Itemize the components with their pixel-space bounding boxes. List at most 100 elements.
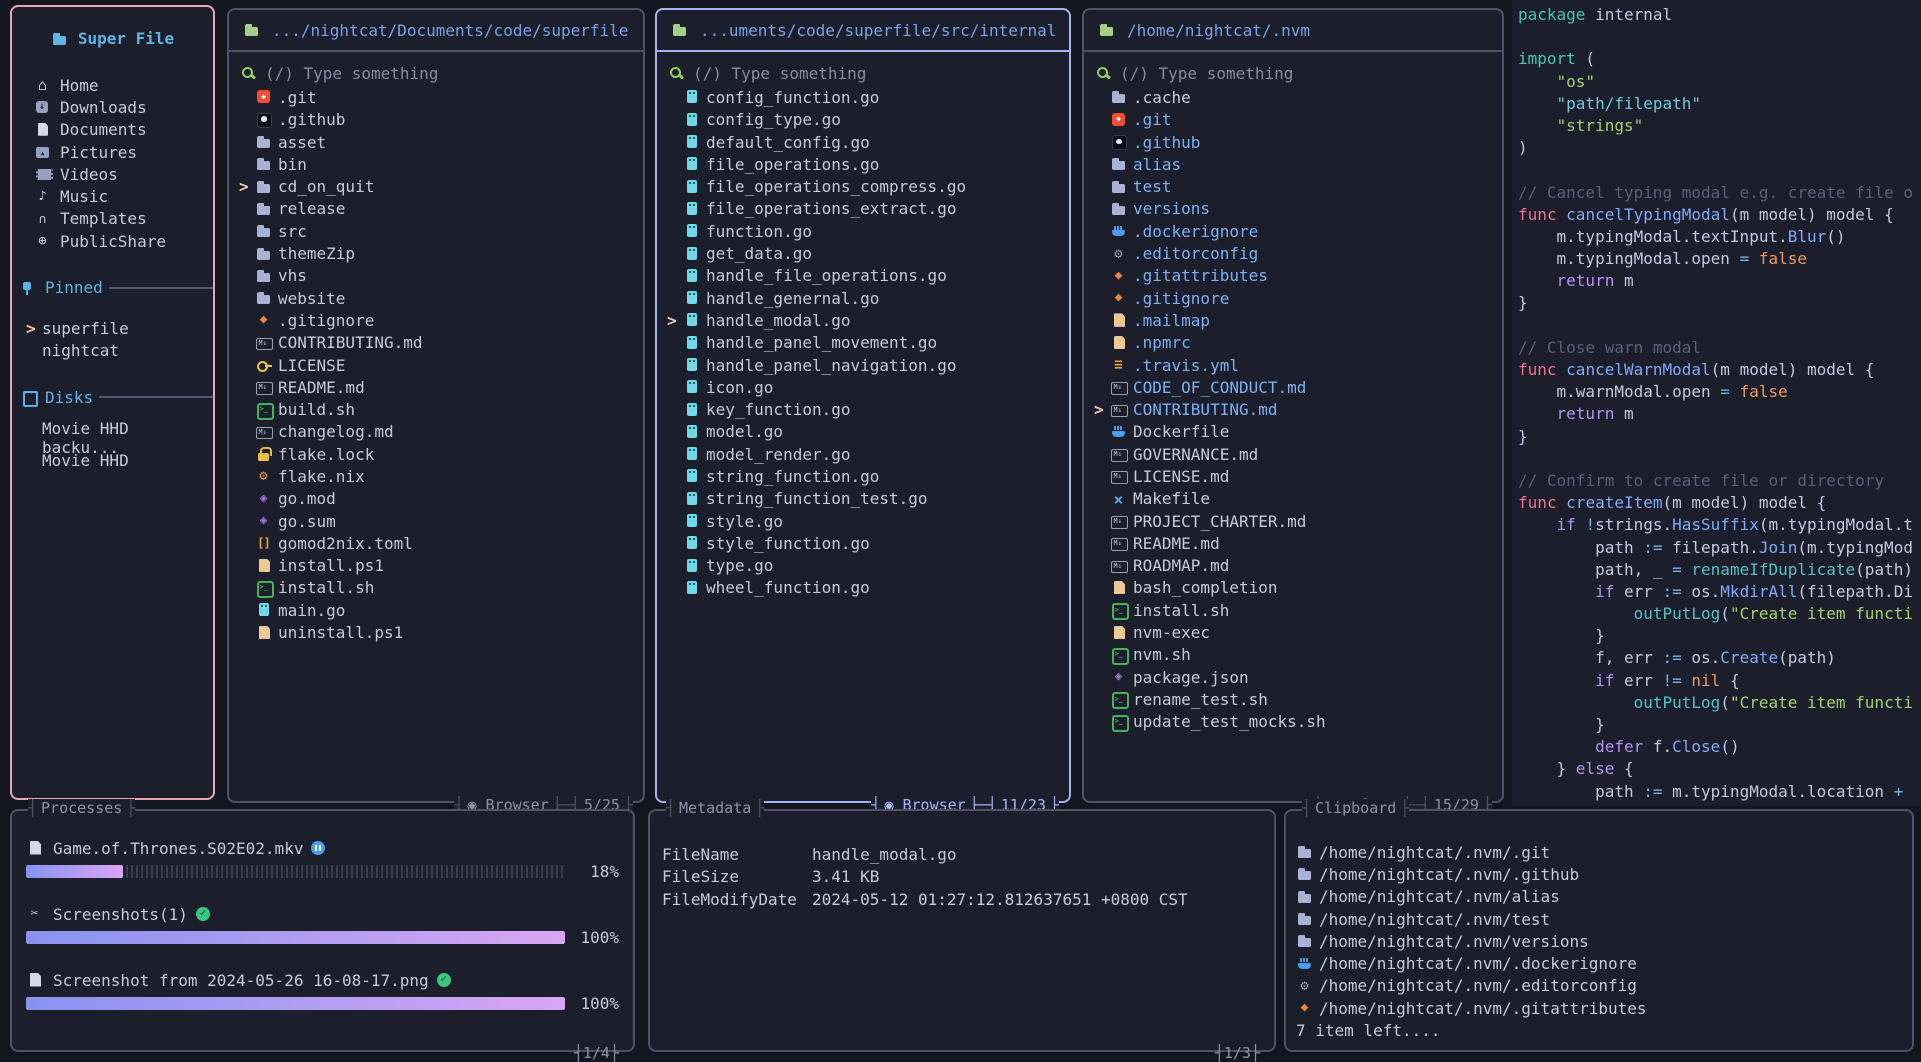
file-row-readme-md[interactable]: README.md bbox=[239, 376, 637, 398]
file-row-dockerignore[interactable]: .dockerignore bbox=[1094, 220, 1496, 242]
file-row-icon-go[interactable]: icon.go bbox=[667, 376, 1063, 398]
sidebar-item-publicshare[interactable]: PublicShare bbox=[26, 230, 213, 252]
disk-item-movie-hhd-backu[interactable]: Movie HHD backu... bbox=[26, 427, 213, 449]
pinned-item-nightcat[interactable]: nightcat bbox=[26, 340, 213, 362]
file-row-mailmap[interactable]: .mailmap bbox=[1094, 309, 1496, 331]
file-row-type-go[interactable]: type.go bbox=[667, 555, 1063, 577]
file-row-asset[interactable]: asset bbox=[239, 131, 637, 153]
file-row-file-operations-compress-go[interactable]: file_operations_compress.go bbox=[667, 175, 1063, 197]
file-row-get-data-go[interactable]: get_data.go bbox=[667, 242, 1063, 264]
pinned-item-superfile[interactable]: >superfile bbox=[26, 317, 213, 339]
file-row-travis-yml[interactable]: .travis.yml bbox=[1094, 354, 1496, 376]
file-row-nvm-sh[interactable]: nvm.sh bbox=[1094, 644, 1496, 666]
file-row-install-ps1[interactable]: install.ps1 bbox=[239, 555, 637, 577]
file-row-governance-md[interactable]: GOVERNANCE.md bbox=[1094, 443, 1496, 465]
file-row-key-function-go[interactable]: key_function.go bbox=[667, 398, 1063, 420]
file-row-uninstall-ps1[interactable]: uninstall.ps1 bbox=[239, 621, 637, 643]
file-row-install-sh[interactable]: install.sh bbox=[1094, 599, 1496, 621]
search-input[interactable]: (/) Type something bbox=[239, 62, 637, 84]
file-row-git[interactable]: .git bbox=[239, 86, 637, 108]
file-row-contributing-md[interactable]: CONTRIBUTING.md bbox=[239, 332, 637, 354]
file-row-handle-genernal-go[interactable]: handle_genernal.go bbox=[667, 287, 1063, 309]
file-row-gitignore[interactable]: .gitignore bbox=[1094, 287, 1496, 309]
file-row-vhs[interactable]: vhs bbox=[239, 265, 637, 287]
sidebar-item-documents[interactable]: Documents bbox=[26, 119, 213, 141]
file-row-code-of-conduct-md[interactable]: CODE_OF_CONDUCT.md bbox=[1094, 376, 1496, 398]
file-row-update-test-mocks-sh[interactable]: update_test_mocks.sh bbox=[1094, 711, 1496, 733]
file-row-function-go[interactable]: function.go bbox=[667, 220, 1063, 242]
file-panel-1[interactable]: .../nightcat/Documents/code/superfile(/)… bbox=[227, 8, 645, 803]
file-row-test[interactable]: test bbox=[1094, 175, 1496, 197]
file-row-editorconfig[interactable]: .editorconfig bbox=[1094, 242, 1496, 264]
file-row-themezip[interactable]: themeZip bbox=[239, 242, 637, 264]
file-row-versions[interactable]: versions bbox=[1094, 198, 1496, 220]
file-row-roadmap-md[interactable]: ROADMAP.md bbox=[1094, 555, 1496, 577]
file-row-bash-completion[interactable]: bash_completion bbox=[1094, 577, 1496, 599]
metadata-label: FileSize bbox=[662, 867, 812, 889]
file-row-release[interactable]: release bbox=[239, 198, 637, 220]
file-row-config-type-go[interactable]: config_type.go bbox=[667, 109, 1063, 131]
file-row-npmrc[interactable]: .npmrc bbox=[1094, 332, 1496, 354]
file-row-github[interactable]: .github bbox=[239, 109, 637, 131]
file-row-handle-panel-navigation-go[interactable]: handle_panel_navigation.go bbox=[667, 354, 1063, 376]
file-row-contributing-md[interactable]: >CONTRIBUTING.md bbox=[1094, 398, 1496, 420]
file-row-website[interactable]: website bbox=[239, 287, 637, 309]
file-row-license[interactable]: LICENSE bbox=[239, 354, 637, 376]
sidebar-directories: HomeDownloadsDocumentsPicturesVideosMusi… bbox=[26, 74, 213, 252]
code-token bbox=[1730, 382, 1740, 401]
file-row-style-function-go[interactable]: style_function.go bbox=[667, 532, 1063, 554]
clipboard-path: /home/nightcat/.nvm/.gitattributes bbox=[1319, 999, 1647, 1018]
file-row-file-operations-go[interactable]: file_operations.go bbox=[667, 153, 1063, 175]
file-row-nvm-exec[interactable]: nvm-exec bbox=[1094, 621, 1496, 643]
file-row-github[interactable]: .github bbox=[1094, 131, 1496, 153]
file-row-cd-on-quit[interactable]: >cd_on_quit bbox=[239, 175, 637, 197]
file-name: default_config.go bbox=[706, 133, 870, 152]
clipboard-item: /home/nightcat/.nvm/.gitattributes bbox=[1296, 997, 1902, 1019]
sidebar-item-downloads[interactable]: Downloads bbox=[26, 96, 213, 118]
file-row-file-operations-extract-go[interactable]: file_operations_extract.go bbox=[667, 198, 1063, 220]
file-row-handle-file-operations-go[interactable]: handle_file_operations.go bbox=[667, 265, 1063, 287]
file-row-wheel-function-go[interactable]: wheel_function.go bbox=[667, 577, 1063, 599]
file-row-handle-panel-movement-go[interactable]: handle_panel_movement.go bbox=[667, 332, 1063, 354]
file-row-license-md[interactable]: LICENSE.md bbox=[1094, 465, 1496, 487]
file-row-install-sh[interactable]: install.sh bbox=[239, 577, 637, 599]
sidebar-item-pictures[interactable]: Pictures bbox=[26, 141, 213, 163]
sidebar-item-music[interactable]: Music bbox=[26, 185, 213, 207]
file-row-package-json[interactable]: package.json bbox=[1094, 666, 1496, 688]
file-row-cache[interactable]: .cache bbox=[1094, 86, 1496, 108]
file-row-readme-md[interactable]: README.md bbox=[1094, 532, 1496, 554]
sidebar-item-videos[interactable]: Videos bbox=[26, 163, 213, 185]
file-row-bin[interactable]: bin bbox=[239, 153, 637, 175]
file-row-src[interactable]: src bbox=[239, 220, 637, 242]
sidebar-item-home[interactable]: Home bbox=[26, 74, 213, 96]
file-row-rename-test-sh[interactable]: rename_test.sh bbox=[1094, 688, 1496, 710]
sidebar-item-templates[interactable]: Templates bbox=[26, 208, 213, 230]
file-row-gitattributes[interactable]: .gitattributes bbox=[1094, 265, 1496, 287]
file-row-alias[interactable]: alias bbox=[1094, 153, 1496, 175]
file-row-string-function-test-go[interactable]: string_function_test.go bbox=[667, 488, 1063, 510]
file-row-gitignore[interactable]: .gitignore bbox=[239, 309, 637, 331]
file-row-main-go[interactable]: main.go bbox=[239, 599, 637, 621]
file-row-style-go[interactable]: style.go bbox=[667, 510, 1063, 532]
search-input[interactable]: (/) Type something bbox=[667, 62, 1063, 84]
search-input[interactable]: (/) Type something bbox=[1094, 62, 1496, 84]
file-row-go-sum[interactable]: go.sum bbox=[239, 510, 637, 532]
file-row-string-function-go[interactable]: string_function.go bbox=[667, 465, 1063, 487]
file-row-model-go[interactable]: model.go bbox=[667, 421, 1063, 443]
file-panel-2[interactable]: ...uments/code/superfile/src/internal(/)… bbox=[655, 8, 1071, 803]
file-panel-3[interactable]: /home/nightcat/.nvm(/) Type something.ca… bbox=[1082, 8, 1504, 803]
file-row-flake-lock[interactable]: flake.lock bbox=[239, 443, 637, 465]
file-row-model-render-go[interactable]: model_render.go bbox=[667, 443, 1063, 465]
file-row-gomod2nix-toml[interactable]: gomod2nix.toml bbox=[239, 532, 637, 554]
file-row-build-sh[interactable]: build.sh bbox=[239, 398, 637, 420]
file-row-dockerfile[interactable]: Dockerfile bbox=[1094, 421, 1496, 443]
file-row-project-charter-md[interactable]: PROJECT_CHARTER.md bbox=[1094, 510, 1496, 532]
file-row-handle-modal-go[interactable]: >handle_modal.go bbox=[667, 309, 1063, 331]
file-row-config-function-go[interactable]: config_function.go bbox=[667, 86, 1063, 108]
file-row-makefile[interactable]: Makefile bbox=[1094, 488, 1496, 510]
file-row-default-config-go[interactable]: default_config.go bbox=[667, 131, 1063, 153]
file-row-go-mod[interactable]: go.mod bbox=[239, 488, 637, 510]
file-row-flake-nix[interactable]: flake.nix bbox=[239, 465, 637, 487]
file-row-git[interactable]: .git bbox=[1094, 109, 1496, 131]
file-row-changelog-md[interactable]: changelog.md bbox=[239, 421, 637, 443]
